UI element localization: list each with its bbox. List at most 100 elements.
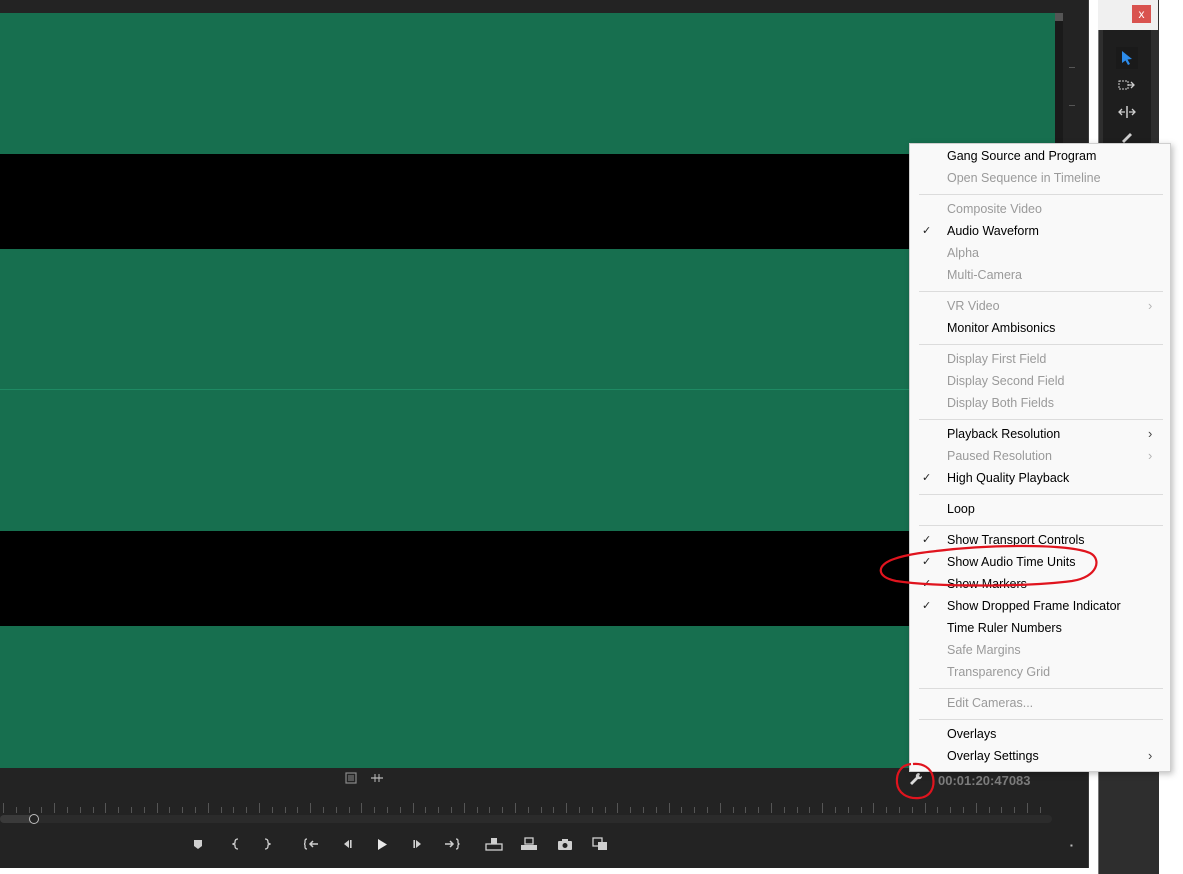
ruler-tick: [413, 803, 414, 813]
menu-item-high-quality-playback[interactable]: ✓ High Quality Playback: [910, 467, 1170, 489]
ruler-tick: [285, 807, 286, 813]
menu-separator: [919, 194, 1163, 195]
ruler-tick: [605, 807, 606, 813]
menu-item-show-transport-controls[interactable]: ✓ Show Transport Controls: [910, 529, 1170, 551]
submenu-arrow-icon: ›: [1148, 298, 1153, 313]
razor-tool-icon[interactable]: [1116, 128, 1138, 143]
menu-item-playback-resolution[interactable]: Playback Resolution ›: [910, 423, 1170, 445]
ruler-tick: [502, 807, 503, 813]
level-tick: [1069, 105, 1075, 106]
wrench-settings-icon[interactable]: [908, 771, 924, 789]
menu-item-label: Open Sequence in Timeline: [947, 171, 1101, 185]
ruler-tick: [374, 807, 375, 813]
ruler-tick: [489, 807, 490, 813]
menu-item-monitor-ambisonics[interactable]: Monitor Ambisonics: [910, 317, 1170, 339]
scrollbar-thumb[interactable]: [1055, 13, 1063, 21]
ruler-tick: [131, 807, 132, 813]
menu-item-audio-waveform[interactable]: ✓ Audio Waveform: [910, 220, 1170, 242]
submenu-arrow-icon: ›: [1148, 748, 1153, 763]
ruler-tick: [246, 807, 247, 813]
ruler-tick: [1014, 807, 1015, 813]
mark-in-button[interactable]: [226, 835, 246, 853]
ruler-tick: [566, 803, 567, 813]
ruler-tick: [1027, 803, 1028, 813]
check-icon: ✓: [922, 472, 932, 484]
ruler-tick: [425, 807, 426, 813]
menu-separator: [919, 719, 1163, 720]
ruler-tick: [438, 807, 439, 813]
playhead-scrubber[interactable]: [0, 814, 1052, 824]
ruler-tick: [93, 807, 94, 813]
insert-button[interactable]: [484, 835, 504, 853]
menu-item-label: Show Transport Controls: [947, 533, 1085, 547]
selection-tool-icon[interactable]: [1116, 47, 1138, 69]
ruler-tick: [822, 803, 823, 813]
menu-item-overlay-settings[interactable]: Overlay Settings ›: [910, 745, 1170, 767]
time-ruler[interactable]: [0, 801, 1052, 813]
menu-item-show-markers[interactable]: ✓ Show Markers: [910, 573, 1170, 595]
step-back-button[interactable]: [337, 835, 357, 853]
mark-out-button[interactable]: [257, 835, 277, 853]
menu-item-label: Loop: [947, 502, 975, 516]
add-marker-button[interactable]: [188, 835, 208, 853]
menu-item-label: Overlays: [947, 727, 997, 741]
ruler-tick: [797, 807, 798, 813]
step-forward-button[interactable]: [408, 835, 428, 853]
menu-item-gang-source-program[interactable]: Gang Source and Program: [910, 145, 1170, 167]
audio-waveform-channel-3: [0, 626, 1055, 768]
menu-item-label: Safe Margins: [947, 643, 1021, 657]
menu-item-label: Playback Resolution: [947, 427, 1061, 441]
close-button[interactable]: x: [1132, 5, 1151, 23]
ripple-edit-tool-icon[interactable]: [1116, 101, 1138, 123]
ruler-tick: [694, 807, 695, 813]
ruler-tick: [848, 807, 849, 813]
ruler-tick: [809, 807, 810, 813]
ruler-tick: [899, 807, 900, 813]
ruler-tick: [963, 807, 964, 813]
ruler-tick: [118, 807, 119, 813]
menu-item-multi-camera: Multi-Camera: [910, 264, 1170, 286]
ruler-tick: [259, 803, 260, 813]
menu-item-overlays[interactable]: Overlays: [910, 723, 1170, 745]
track-select-tool-icon[interactable]: [1116, 74, 1138, 96]
ruler-tick: [182, 807, 183, 813]
menu-item-show-dropped-frame-indicator[interactable]: ✓ Show Dropped Frame Indicator: [910, 595, 1170, 617]
waveform-gap: [0, 531, 1055, 626]
zoom-fit-icon[interactable]: [370, 772, 384, 786]
menu-item-time-ruler-numbers[interactable]: Time Ruler Numbers: [910, 617, 1170, 639]
ruler-tick: [989, 807, 990, 813]
playhead-handle[interactable]: [29, 814, 39, 824]
ruler-tick: [937, 807, 938, 813]
camera-icon[interactable]: [555, 835, 575, 853]
menu-item-display-second-field: Display Second Field: [910, 370, 1170, 392]
ruler-tick: [169, 807, 170, 813]
menu-item-label: Time Ruler Numbers: [947, 621, 1062, 635]
ruler-tick: [349, 807, 350, 813]
menu-item-show-audio-time-units[interactable]: ✓ Show Audio Time Units: [910, 551, 1170, 573]
play-button[interactable]: [372, 835, 392, 853]
go-to-out-button[interactable]: [442, 835, 462, 853]
go-to-in-button[interactable]: [302, 835, 322, 853]
ruler-tick: [157, 803, 158, 813]
menu-separator: [919, 525, 1163, 526]
ruler-tick: [336, 807, 337, 813]
compare-view-icon[interactable]: [590, 835, 610, 853]
ruler-tick: [579, 807, 580, 813]
panel-resize-dot: ▪: [1070, 841, 1073, 850]
settings-safe-icon[interactable]: [345, 772, 357, 786]
ruler-tick: [144, 807, 145, 813]
menu-item-loop[interactable]: Loop: [910, 498, 1170, 520]
menu-item-label: High Quality Playback: [947, 471, 1070, 485]
overwrite-button[interactable]: [519, 835, 539, 853]
ruler-tick: [387, 807, 388, 813]
level-tick: [1069, 67, 1075, 68]
menu-separator: [919, 419, 1163, 420]
check-icon: ✓: [922, 534, 932, 546]
menu-item-display-first-field: Display First Field: [910, 348, 1170, 370]
menu-separator: [919, 291, 1163, 292]
menu-item-label: Display Second Field: [947, 374, 1065, 388]
ruler-tick: [886, 807, 887, 813]
ruler-tick: [105, 803, 106, 813]
menu-item-composite-video: Composite Video: [910, 198, 1170, 220]
audio-timecode[interactable]: 00:01:20:47083: [938, 773, 1031, 788]
